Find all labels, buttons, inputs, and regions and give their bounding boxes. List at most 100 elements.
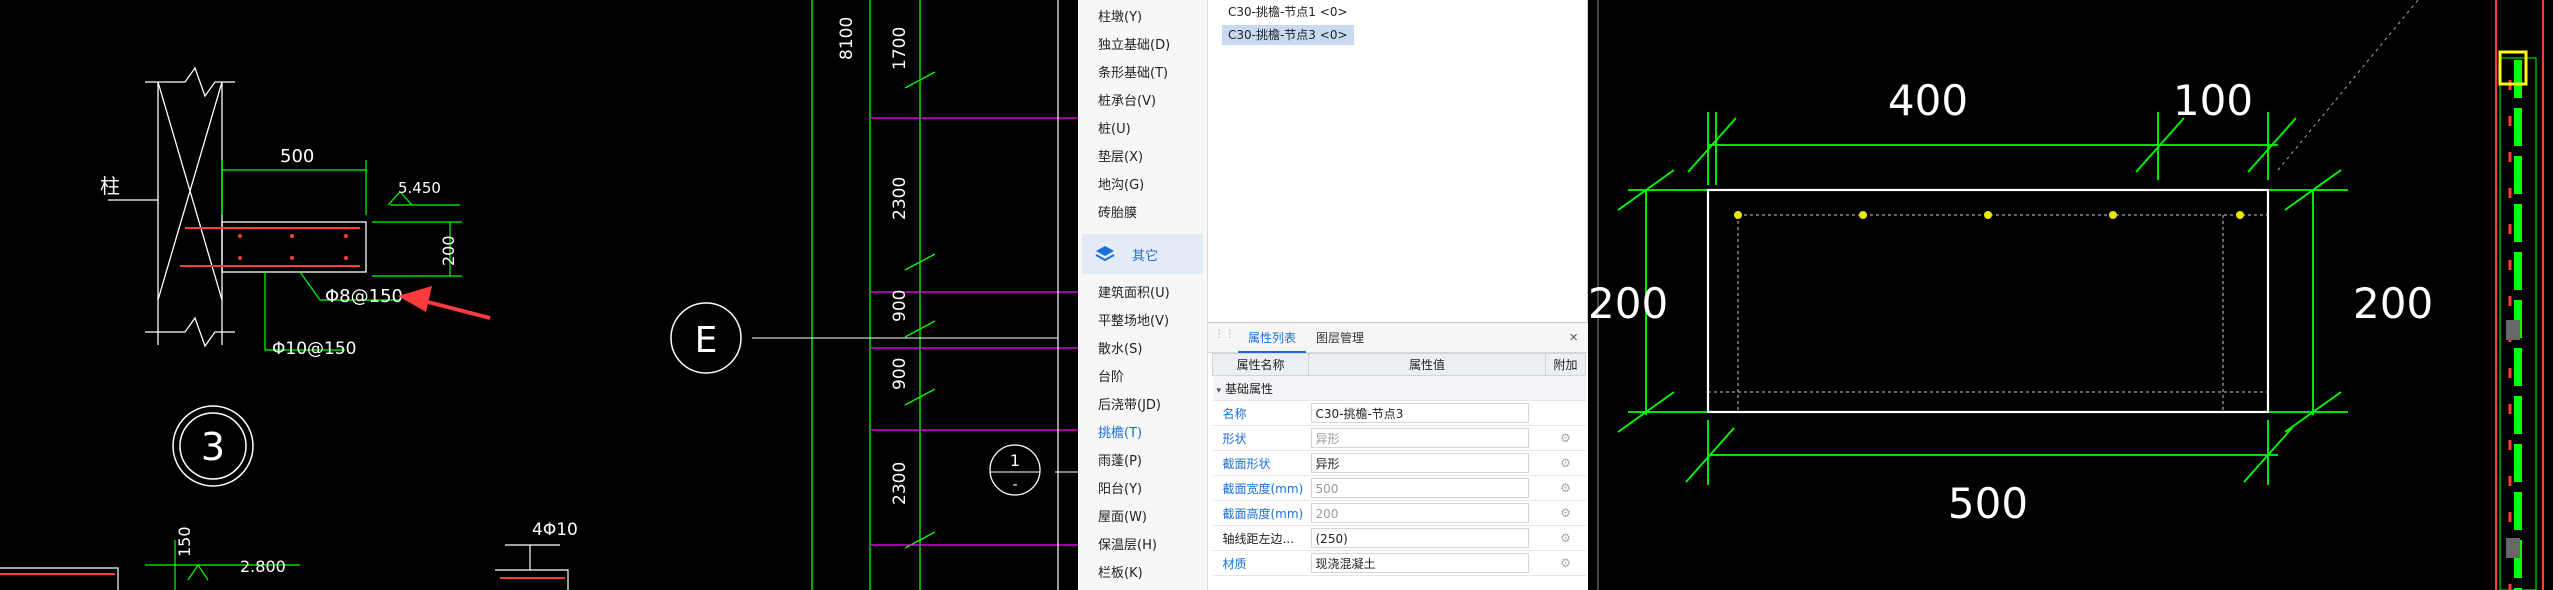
nav-item-building-area[interactable]: 建筑面积(U) (1078, 280, 1207, 308)
rebar-main-label: Φ8@150 (325, 286, 403, 307)
collapse-icon: ▾ (1216, 385, 1222, 396)
section-title: 基础属性 (1225, 381, 1274, 396)
prop-value-input[interactable]: 异形 (1310, 453, 1529, 473)
col-header-name: 属性名称 (1212, 353, 1309, 376)
left-drawing-canvas[interactable]: 柱 500 5.450 200 Φ8@150 Φ10@150 3 150 2.8 (0, 0, 1078, 590)
axis-dim-3: 2300 (890, 177, 910, 220)
component-nav-panel: 柱墩(Y) 独立基础(D) 条形基础(T) 桩承台(V) 桩(U) 垫层(X) … (1078, 0, 1208, 590)
tab-property-list[interactable]: 属性列表 (1238, 323, 1307, 353)
layers-icon (1095, 246, 1115, 262)
nav-item-balcony[interactable]: 阳台(Y) (1078, 476, 1207, 504)
right-dim-lines (1617, 112, 2348, 485)
dim-top-right-label: 100 (2173, 76, 2253, 125)
dim-bottom-label: 500 (1948, 479, 2028, 528)
nav-item-site-leveling[interactable]: 平整场地(V) (1078, 308, 1207, 336)
axis-dim-2: 1700 (890, 27, 910, 70)
gear-icon[interactable]: ⚙ (1560, 556, 1571, 570)
prop-name: 轴线距左边... (1212, 525, 1309, 551)
nav-item-pile-cap[interactable]: 桩承台(V) (1078, 88, 1207, 116)
drag-grip-icon[interactable]: ⋮⋮ (1214, 329, 1235, 345)
nav-item-insulation[interactable]: 保温层(H) (1078, 532, 1207, 560)
axis-dim-lines (811, 0, 936, 590)
right-drawing-canvas[interactable]: 400 100 200 200 500 (1588, 0, 2553, 590)
close-icon[interactable]: × (1569, 329, 1578, 346)
nav-item-isolated-footing[interactable]: 独立基础(D) (1078, 32, 1207, 60)
slab-section (180, 221, 367, 273)
nav-item-pile[interactable]: 桩(U) (1078, 116, 1207, 144)
col-header-extra: 附加 (1545, 353, 1586, 376)
dim-width-label: 500 (280, 146, 314, 167)
gear-icon[interactable]: ⚙ (1560, 481, 1571, 495)
dim-right-label: 200 (2353, 279, 2433, 328)
nav-item-column-pier[interactable]: 柱墩(Y) (1078, 4, 1207, 32)
elevation-top-label: 5.450 (398, 179, 441, 197)
red-arrow-icon (398, 286, 491, 320)
gear-icon[interactable]: ⚙ (1560, 431, 1571, 445)
table-row: 轴线距左边... (250) ⚙ (1212, 525, 1586, 551)
prop-name: 形状 (1212, 425, 1309, 451)
axis-label: E (695, 320, 718, 361)
dim-top-left-label: 400 (1888, 76, 1968, 125)
rebar-dist-label: Φ10@150 (272, 339, 356, 359)
prop-value-input[interactable]: 500 (1310, 478, 1529, 498)
column-label: 柱 (100, 174, 120, 198)
tree-item-node1[interactable]: C30-挑檐-节点1 <0> (1222, 2, 1354, 22)
dim-height-label: 200 (439, 235, 458, 266)
section-marker-bottom: - (1012, 477, 1017, 493)
cad-view-right[interactable]: 400 100 200 200 500 (1588, 0, 2553, 590)
prop-value-input[interactable]: 异形 (1310, 428, 1529, 448)
prop-name: 截面形状 (1212, 450, 1309, 476)
nav-item-apron[interactable]: 散水(S) (1078, 336, 1207, 364)
nav-item-roof[interactable]: 屋面(W) (1078, 504, 1207, 532)
section-header[interactable]: ▾ 基础属性 (1212, 375, 1586, 401)
property-tabs: ⋮⋮ 属性列表 图层管理 × (1208, 323, 1588, 353)
nav-item-parapet[interactable]: 栏板(K) (1078, 560, 1207, 588)
prop-value-input[interactable]: C30-挑檐-节点3 (1310, 403, 1529, 423)
dim-bottom-label: 150 (175, 526, 194, 557)
rebar-count-label: 4Φ10 (532, 520, 578, 540)
nav-item-steps[interactable]: 台阶 (1078, 364, 1207, 392)
tree-item-node3[interactable]: C30-挑檐-节点3 <0> (1222, 25, 1354, 45)
tab-layer-management[interactable]: 图层管理 (1306, 323, 1374, 353)
axis-dim-6: 2300 (890, 462, 910, 505)
section-marker-top: 1 (1010, 451, 1020, 470)
nav-item-strip-footing[interactable]: 条形基础(T) (1078, 60, 1207, 88)
nav-item-cushion[interactable]: 垫层(X) (1078, 144, 1207, 172)
cad-view-left[interactable]: 柱 500 5.450 200 Φ8@150 Φ10@150 3 150 2.8 (0, 0, 1078, 590)
section-number: 3 (201, 425, 225, 469)
table-row: 截面高度(mm) 200 ⚙ (1212, 500, 1586, 526)
prop-value-input[interactable]: 现浇混凝土 (1310, 553, 1529, 573)
prop-value-input[interactable]: (250) (1310, 528, 1529, 548)
table-row: 名称 C30-挑檐-节点3 (1212, 400, 1586, 426)
nav-item-trench[interactable]: 地沟(G) (1078, 172, 1207, 200)
nav-item-cornice[interactable]: 挑檐(T) (1078, 420, 1207, 448)
gear-icon[interactable]: ⚙ (1560, 506, 1571, 520)
nav-item-canopy[interactable]: 雨蓬(P) (1078, 448, 1207, 476)
prop-name: 材质 (1212, 550, 1309, 576)
table-row: 材质 现浇混凝土 ⚙ (1212, 550, 1586, 576)
gear-icon[interactable]: ⚙ (1560, 456, 1571, 470)
column-section (108, 66, 235, 348)
dim-left-label: 200 (1588, 279, 1668, 328)
section-outline (1706, 188, 2270, 414)
axis-dim-5: 900 (890, 358, 910, 390)
table-row: 形状 异形 ⚙ (1212, 425, 1586, 451)
nav-group-other[interactable]: 其它 (1082, 234, 1203, 274)
prop-name: 截面高度(mm) (1212, 500, 1309, 526)
elevation-bottom-label: 2.800 (240, 557, 286, 576)
nav-item-brick-mold[interactable]: 砖胎膜 (1078, 200, 1207, 228)
prop-name: 名称 (1212, 400, 1309, 426)
axis-dim-1: 8100 (837, 17, 857, 60)
edge-wall-strip (2495, 0, 2544, 590)
component-list-panel: C30-挑檐-节点1 <0> C30-挑檐-节点3 <0> ⋮⋮ 属性列表 图层… (1208, 0, 1588, 590)
table-row: 截面宽度(mm) 500 ⚙ (1212, 475, 1586, 501)
prop-name: 截面宽度(mm) (1212, 475, 1309, 501)
col-header-value: 属性值 (1308, 353, 1546, 376)
nav-item-post-pour-strip[interactable]: 后浇带(JD) (1078, 392, 1207, 420)
gear-icon[interactable]: ⚙ (1560, 531, 1571, 545)
property-panel: ⋮⋮ 属性列表 图层管理 × 属性名称 属性值 附加 ▾ 基础属性 名称 C30-… (1208, 322, 1588, 590)
property-table: 属性名称 属性值 附加 ▾ 基础属性 名称 C30-挑檐-节点3 形状 异形 ⚙ … (1212, 353, 1586, 576)
nav-group-label: 其它 (1132, 248, 1159, 264)
table-row: 截面形状 异形 ⚙ (1212, 450, 1586, 476)
prop-value-input[interactable]: 200 (1310, 503, 1529, 523)
